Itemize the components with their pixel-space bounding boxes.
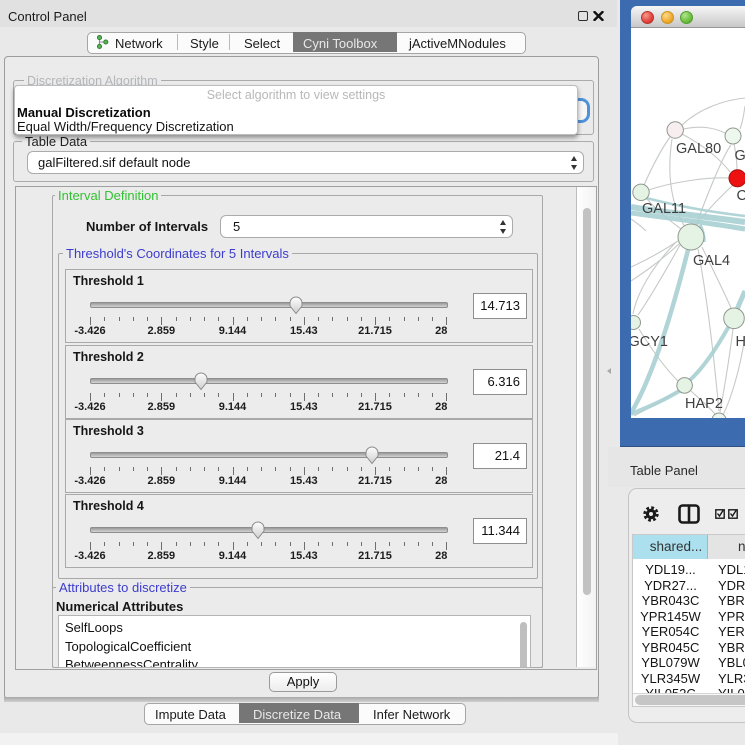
svg-text:GA: GA bbox=[735, 148, 745, 164]
svg-text:C: C bbox=[737, 188, 745, 204]
svg-text:GAL11: GAL11 bbox=[642, 201, 686, 217]
svg-text:HAP2: HAP2 bbox=[685, 396, 723, 412]
svg-text:GAL80: GAL80 bbox=[676, 141, 721, 157]
svg-text:GAL4: GAL4 bbox=[693, 253, 730, 269]
svg-text:GCY1: GCY1 bbox=[631, 334, 668, 350]
svg-text:H: H bbox=[736, 334, 745, 350]
